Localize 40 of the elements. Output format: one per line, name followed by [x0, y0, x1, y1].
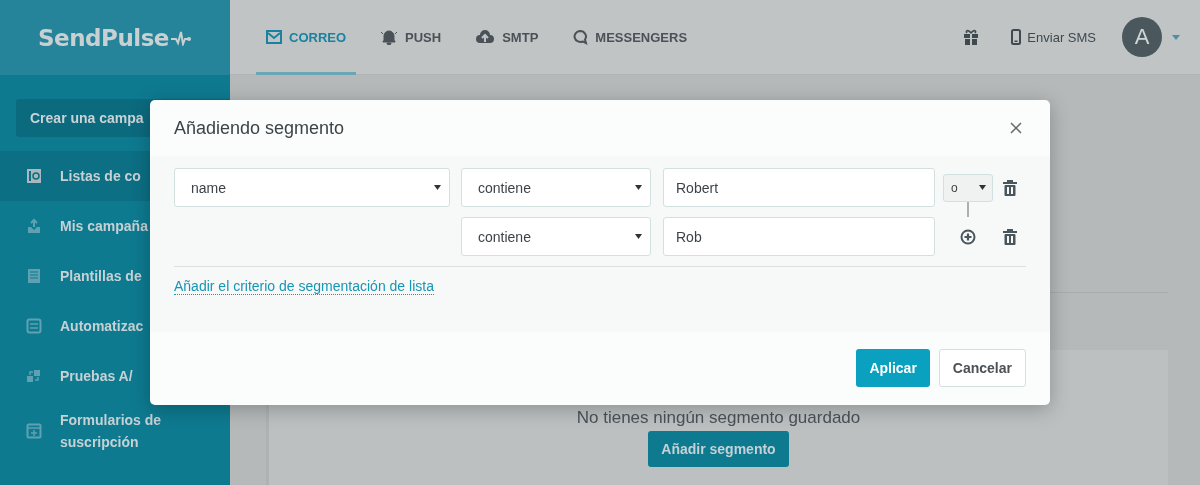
- operator-select[interactable]: contiene: [461, 168, 651, 207]
- join-select[interactable]: o: [943, 173, 993, 202]
- cloud-upload-icon: [475, 29, 496, 45]
- contact-book-icon: [26, 168, 42, 184]
- trash-icon[interactable]: [1003, 179, 1017, 196]
- document-icon: [26, 268, 42, 284]
- caret-icon: [635, 185, 642, 190]
- empty-message: No tienes ningún segmento guardado: [576, 408, 861, 428]
- avatar[interactable]: A: [1122, 17, 1162, 57]
- apply-button[interactable]: Aplicar: [856, 349, 930, 387]
- nav-tab[interactable]: PUSH: [370, 0, 452, 75]
- nav-tab[interactable]: MESSENGERS: [562, 0, 698, 75]
- value-field[interactable]: Rob: [663, 217, 935, 256]
- add-segment-button[interactable]: Añadir segmento: [648, 431, 789, 467]
- swap-squares-icon: [26, 368, 42, 384]
- sidebar-item[interactable]: Formularios de suscripción: [0, 401, 230, 461]
- send-sms-button[interactable]: Enviar SMS: [1011, 29, 1096, 45]
- add-criterion-link[interactable]: Añadir el criterio de segmentación de lista: [174, 278, 434, 295]
- trash-icon[interactable]: [1003, 228, 1017, 245]
- caret-icon: [434, 185, 441, 190]
- cancel-button[interactable]: Cancelar: [938, 349, 1026, 387]
- form-icon: [26, 423, 42, 439]
- upload-tray-icon: [26, 218, 42, 234]
- pulse-icon: [169, 29, 192, 46]
- close-icon[interactable]: [1010, 122, 1022, 134]
- sidebar-item[interactable]: Pruebas A/: [0, 351, 230, 401]
- field-select[interactable]: name: [174, 168, 450, 207]
- envelope-icon: [266, 30, 282, 44]
- operator-select[interactable]: contiene: [461, 217, 651, 256]
- caret-icon: [979, 185, 986, 190]
- value-field[interactable]: Robert: [663, 168, 935, 207]
- sidebar-item[interactable]: Automatizac: [0, 301, 230, 351]
- chat-bubble-icon: [572, 29, 589, 45]
- nav-tab[interactable]: CORREO: [256, 0, 357, 75]
- nav-tab[interactable]: SMTP: [465, 0, 549, 75]
- caret-icon: [635, 234, 642, 239]
- add-icon[interactable]: [960, 228, 976, 245]
- gift-icon[interactable]: [963, 29, 980, 45]
- phone-icon: [1011, 29, 1022, 45]
- bell-icon: [380, 29, 399, 45]
